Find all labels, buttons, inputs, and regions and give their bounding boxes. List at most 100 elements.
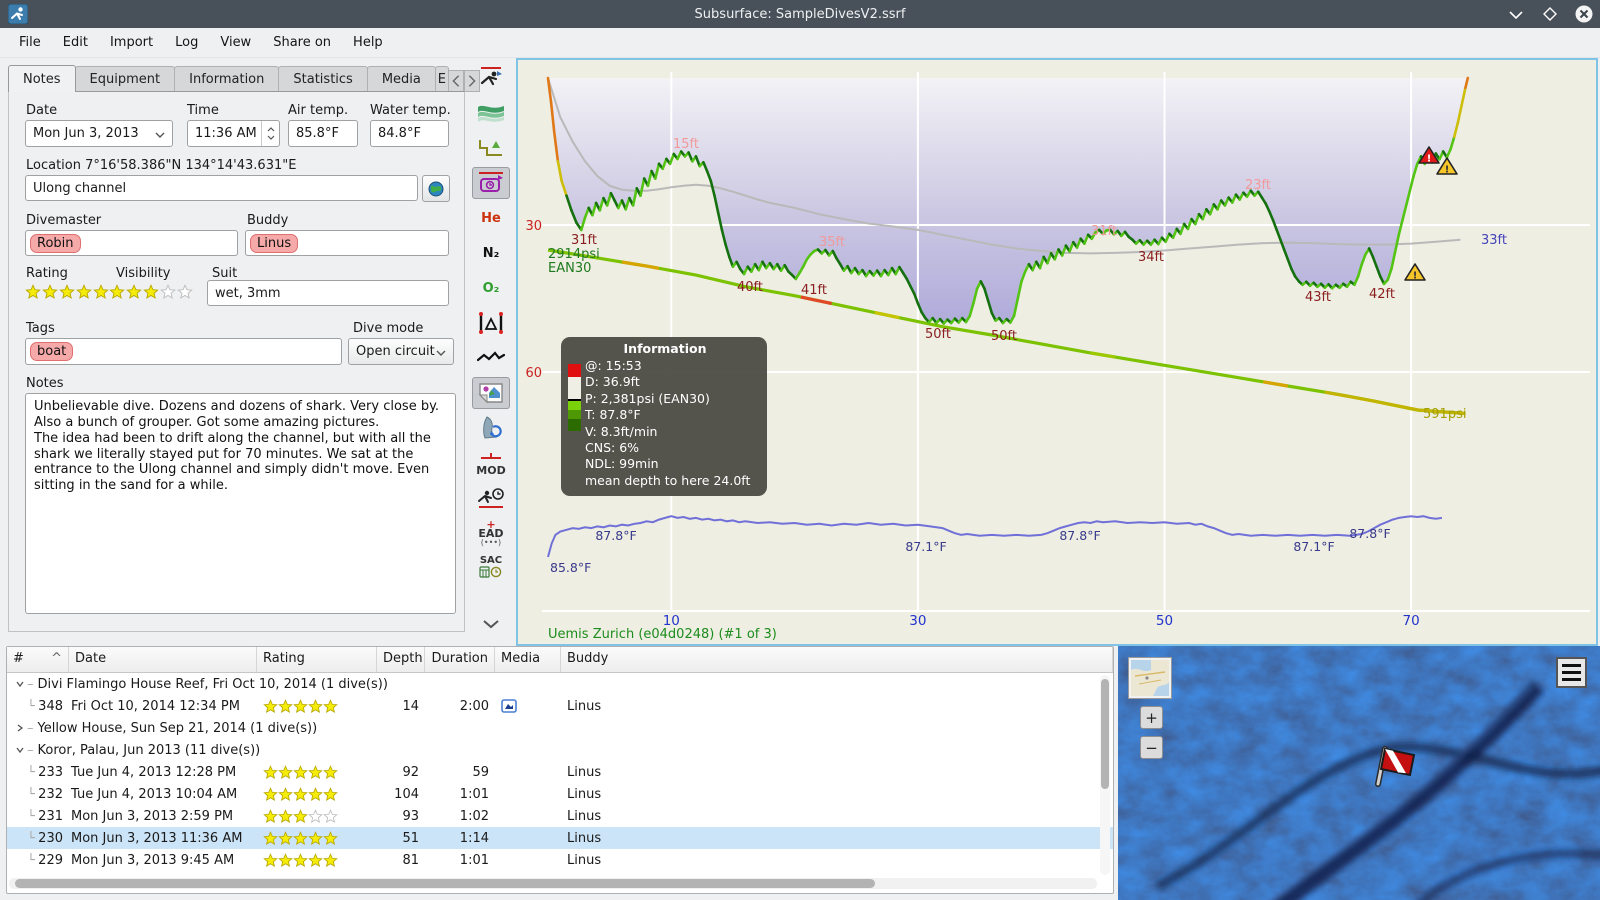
dive-row-230[interactable]: └ 230 Mon Jun 3, 2013 11:36 AM 51 1:14 Linus bbox=[7, 827, 1113, 849]
star-icon bbox=[323, 786, 338, 801]
tab-notes[interactable]: Notes bbox=[8, 65, 76, 92]
mod-icon: MOD bbox=[476, 464, 506, 477]
tab-media[interactable]: Media bbox=[366, 66, 436, 92]
column-header-duration[interactable]: Duration bbox=[425, 647, 495, 672]
ndl-tts-button[interactable] bbox=[472, 482, 510, 514]
menu-file[interactable]: File bbox=[8, 31, 52, 54]
column-header-depth[interactable]: Depth bbox=[377, 647, 425, 672]
toolbar-scroll-down-button[interactable] bbox=[472, 608, 510, 640]
tags-input[interactable]: boat bbox=[25, 338, 342, 365]
trip-row[interactable]: – Divi Flamingo House Reef, Fri Oct 10, 2… bbox=[7, 673, 1113, 695]
visibility-stars[interactable] bbox=[109, 284, 193, 300]
column-header-date[interactable]: Date bbox=[69, 647, 257, 672]
tab-e[interactable]: E bbox=[434, 66, 449, 92]
air-temp-input[interactable]: 85.8°F bbox=[288, 120, 358, 147]
menu-view[interactable]: View bbox=[209, 31, 262, 54]
column-header-rating[interactable]: Rating bbox=[257, 647, 377, 672]
dive-list-hscrollbar[interactable] bbox=[9, 878, 1097, 889]
time-spinner[interactable] bbox=[261, 121, 279, 146]
dive-computer-button[interactable] bbox=[472, 167, 510, 199]
ead-button[interactable]: + EAD (•••) bbox=[472, 517, 510, 549]
star-icon bbox=[278, 852, 293, 867]
dive-profile-chart[interactable]: 30 60 10 30 50 70 31ft 15ft 40ft 41ft 35ft 50ft 50ft… bbox=[516, 58, 1598, 646]
dive-row-229[interactable]: └ 229 Mon Jun 3, 2013 9:45 AM 81 1:01 Linus bbox=[7, 849, 1113, 871]
tab-statistics[interactable]: Statistics bbox=[278, 66, 368, 92]
dive-duration: 2:00 bbox=[459, 698, 489, 714]
svg-text:87.8°F: 87.8°F bbox=[595, 528, 636, 543]
heart-rate-button[interactable] bbox=[472, 342, 510, 374]
divemaster-input[interactable]: Robin bbox=[25, 230, 238, 256]
minimap[interactable] bbox=[1128, 657, 1172, 699]
menu-help[interactable]: Help bbox=[342, 31, 394, 54]
tab-information[interactable]: Information bbox=[174, 66, 280, 92]
dive-row-232[interactable]: └ 232 Tue Jun 4, 2013 10:04 AM 104 1:01 Linus bbox=[7, 783, 1113, 805]
dive-list-vscrollbar[interactable] bbox=[1100, 675, 1110, 875]
notes-textarea[interactable]: Unbelievable dive. Dozens and dozens of … bbox=[25, 393, 456, 614]
map-zoom-out-button[interactable]: − bbox=[1140, 736, 1163, 759]
svg-text:40ft: 40ft bbox=[737, 280, 763, 295]
calc-ceiling-icon bbox=[479, 140, 502, 156]
svg-text:85.8°F: 85.8°F bbox=[550, 560, 591, 575]
menu-share-on[interactable]: Share on bbox=[262, 31, 342, 54]
trip-row[interactable]: – Yellow House, Sun Sep 21, 2014 (1 dive(… bbox=[7, 717, 1113, 739]
column-header-buddy[interactable]: Buddy bbox=[561, 647, 1113, 672]
time-input[interactable]: 11:36 AM bbox=[187, 120, 280, 147]
dive-list-header[interactable]: # ^ Date Rating Depth Duration Media Buddy bbox=[7, 647, 1113, 673]
menu-edit[interactable]: Edit bbox=[52, 31, 99, 54]
dive-number: └ 232 bbox=[27, 786, 63, 802]
star-icon bbox=[263, 808, 278, 823]
collapse-chevron-icon[interactable] bbox=[15, 723, 25, 733]
expand-chevron-icon[interactable] bbox=[15, 745, 25, 755]
pn-oxygen-button[interactable]: O₂ bbox=[472, 272, 510, 304]
photos-button[interactable] bbox=[472, 377, 510, 409]
maximize-button[interactable] bbox=[1540, 4, 1560, 24]
svg-text:Uemis Zurich (e04d0248) (#1 of: Uemis Zurich (e04d0248) (#1 of 3) bbox=[548, 627, 777, 642]
dive-rating bbox=[257, 852, 377, 868]
mod-button[interactable]: MOD bbox=[472, 447, 510, 479]
column-header-num[interactable]: # ^ bbox=[7, 647, 69, 672]
trip-row[interactable]: – Koror, Palau, Jun 2013 (11 dive(s)) bbox=[7, 739, 1113, 761]
close-button[interactable] bbox=[1574, 4, 1594, 24]
pn-helium-button[interactable]: He bbox=[472, 202, 510, 234]
svg-text:35ft: 35ft bbox=[819, 235, 845, 250]
helium-icon: He bbox=[481, 210, 501, 226]
location-globe-button[interactable] bbox=[422, 175, 450, 202]
profile-swimmer-button[interactable] bbox=[472, 62, 510, 94]
map-zoom-in-button[interactable]: + bbox=[1140, 706, 1163, 729]
nitrogen-icon: N₂ bbox=[482, 245, 500, 261]
dive-map[interactable]: + − bbox=[1118, 646, 1600, 900]
tab-scroll-left[interactable] bbox=[447, 70, 464, 92]
tab-equipment[interactable]: Equipment bbox=[74, 66, 176, 92]
ceiling-button[interactable] bbox=[472, 97, 510, 129]
dive-row-233[interactable]: └ 233 Tue Jun 4, 2013 12:28 PM 92 59 Linus bbox=[7, 761, 1113, 783]
tag-pill[interactable]: boat bbox=[30, 342, 74, 361]
map-menu-button[interactable] bbox=[1556, 657, 1587, 688]
sac-button[interactable]: SAC bbox=[472, 552, 510, 584]
menu-import[interactable]: Import bbox=[99, 31, 164, 54]
divemaster-tag[interactable]: Robin bbox=[30, 233, 81, 253]
app-icon bbox=[8, 4, 28, 24]
water-temp-input[interactable]: 84.8°F bbox=[370, 120, 449, 147]
calculated-ceiling-button[interactable] bbox=[472, 132, 510, 164]
suit-input[interactable]: wet, 3mm bbox=[207, 280, 449, 306]
pn-nitrogen-button[interactable]: N₂ bbox=[472, 237, 510, 269]
dive-depth: 51 bbox=[402, 830, 419, 846]
dive-mode-select[interactable]: Open circuit bbox=[348, 338, 454, 365]
location-input[interactable]: Ulong channel bbox=[25, 175, 418, 201]
minimize-button[interactable] bbox=[1506, 4, 1526, 24]
tissues-button[interactable] bbox=[472, 412, 510, 444]
column-header-media[interactable]: Media bbox=[495, 647, 561, 672]
dive-row-231[interactable]: └ 231 Mon Jun 3, 2013 2:59 PM 93 1:02 Linus bbox=[7, 805, 1113, 827]
buddy-input[interactable]: Linus bbox=[245, 230, 449, 256]
dive-date: Fri Oct 10, 2014 12:34 PM bbox=[71, 698, 240, 714]
expand-chevron-icon[interactable] bbox=[15, 679, 25, 689]
dive-row-348[interactable]: └ 348 Fri Oct 10, 2014 12:34 PM 14 2:00 Linus bbox=[7, 695, 1113, 717]
menu-log[interactable]: Log bbox=[164, 31, 209, 54]
buddy-tag[interactable]: Linus bbox=[250, 233, 299, 253]
star-icon bbox=[323, 698, 338, 713]
date-input[interactable]: Mon Jun 3, 2013 bbox=[25, 120, 173, 147]
ruler-button[interactable] bbox=[472, 307, 510, 339]
svg-text:87.8°F: 87.8°F bbox=[1349, 526, 1390, 541]
rating-stars[interactable] bbox=[25, 284, 109, 300]
media-icon[interactable] bbox=[501, 699, 517, 713]
